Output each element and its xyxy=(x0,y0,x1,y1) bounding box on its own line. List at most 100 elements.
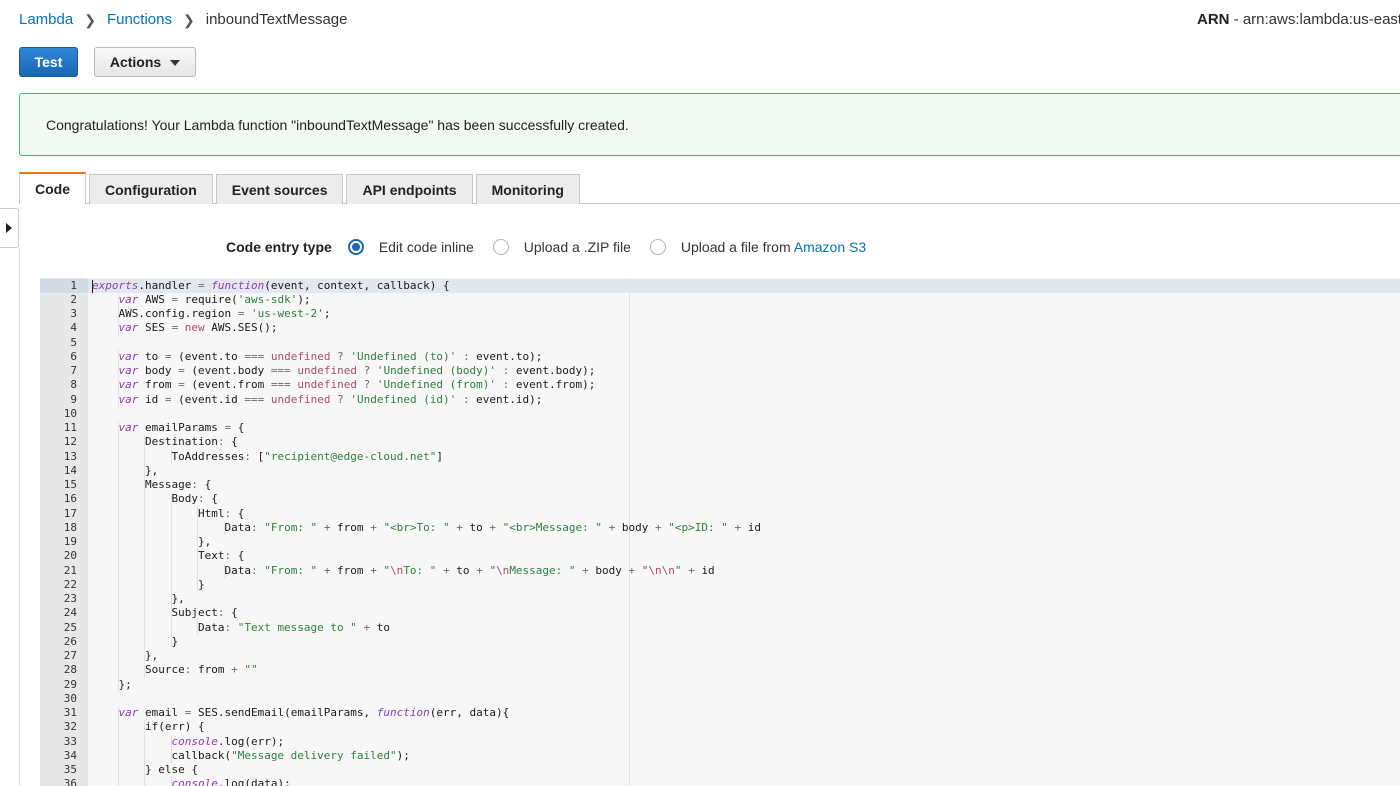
code-line[interactable]: 5 xyxy=(40,336,1400,350)
code-text: exports.handler = function(event, contex… xyxy=(92,278,450,292)
tab-configuration[interactable]: Configuration xyxy=(89,174,213,204)
test-button[interactable]: Test xyxy=(19,47,78,77)
line-number: 1 xyxy=(40,278,88,293)
code-text: }, xyxy=(92,463,159,477)
code-line[interactable]: 15 Message: { xyxy=(40,478,1400,493)
code-text: var id = (event.id === undefined ? 'Unde… xyxy=(118,392,543,406)
breadcrumb-functions-link[interactable]: Functions xyxy=(107,11,172,29)
line-number: 33 xyxy=(63,734,77,748)
code-text: AWS.config.region = 'us-west-2'; xyxy=(92,307,331,321)
upload-s3-label[interactable]: Upload a file from Amazon S3 xyxy=(681,239,866,255)
code-line[interactable]: 31 var email = SES.sendEmail(emailParams… xyxy=(40,706,1400,721)
line-number: 20 xyxy=(63,549,77,563)
code-line[interactable]: 30 xyxy=(40,692,1400,706)
sidebar-toggle-button[interactable] xyxy=(0,208,19,248)
code-text: Source: from + "" xyxy=(92,663,258,677)
code-line[interactable]: 24 Subject: { xyxy=(40,606,1400,621)
code-text: ToAddresses: ["recipient@edge-cloud.net"… xyxy=(92,449,444,463)
line-number: 7 xyxy=(70,364,77,378)
code-line[interactable]: 8 var from = (event.from === undefined ?… xyxy=(40,378,1400,393)
code-text: }, xyxy=(92,535,212,549)
code-line[interactable]: 25 Data: "Text message to " + to xyxy=(40,620,1400,635)
breadcrumb-lambda-link[interactable]: Lambda xyxy=(19,11,73,29)
code-line[interactable]: 3 AWS.config.region = 'us-west-2'; xyxy=(40,307,1400,322)
code-line[interactable]: 11 var emailParams = { xyxy=(40,421,1400,436)
code-line[interactable]: 29 }; xyxy=(40,677,1400,692)
code-line[interactable]: 19 }, xyxy=(40,535,1400,550)
line-number: 12 xyxy=(63,435,77,449)
line-number: 24 xyxy=(63,606,77,620)
line-number: 32 xyxy=(63,720,77,734)
amazon-s3-link[interactable]: Amazon S3 xyxy=(794,239,866,255)
code-line[interactable]: 7 var body = (event.body === undefined ?… xyxy=(40,364,1400,379)
code-text: var to = (event.to === undefined ? 'Unde… xyxy=(118,349,543,363)
code-text: if(err) { xyxy=(92,720,205,734)
arn-label: ARN xyxy=(1197,11,1230,28)
function-tabs: Code Configuration Event sources API end… xyxy=(19,172,583,204)
edit-inline-label[interactable]: Edit code inline xyxy=(379,239,474,255)
line-number: 11 xyxy=(63,421,77,435)
edit-inline-radio[interactable] xyxy=(347,239,364,255)
line-number: 35 xyxy=(63,763,77,777)
actions-dropdown-button[interactable]: Actions xyxy=(94,47,196,77)
code-text: Body: { xyxy=(92,492,218,506)
code-line[interactable]: 26 } xyxy=(40,634,1400,650)
line-number: 18 xyxy=(63,520,77,534)
line-number: 19 xyxy=(63,535,77,549)
code-text: Destination: { xyxy=(92,435,238,449)
upload-zip-radio[interactable] xyxy=(492,239,509,255)
code-line[interactable]: 22 } xyxy=(40,577,1400,593)
code-line[interactable]: 1 exports.handler = function(event, conte… xyxy=(40,278,1400,293)
line-number: 9 xyxy=(70,392,77,406)
code-line[interactable]: 27 }, xyxy=(40,649,1400,664)
line-number: 17 xyxy=(63,506,77,520)
code-line[interactable]: 17 Html: { xyxy=(40,506,1400,521)
code-line[interactable]: 14 }, xyxy=(40,463,1400,479)
upload-s3-text: Upload a file from xyxy=(680,239,794,255)
code-entry-type-label: Code entry type xyxy=(226,239,332,255)
text-cursor xyxy=(92,279,93,293)
code-line[interactable]: 18 Data: "From: " + from + "<br>To: " + … xyxy=(40,520,1400,536)
tab-monitoring[interactable]: Monitoring xyxy=(475,174,580,204)
line-number: 28 xyxy=(63,663,77,677)
code-line[interactable]: 32 if(err) { xyxy=(40,720,1400,735)
line-number: 21 xyxy=(63,563,77,577)
success-notification: Congratulations! Your Lambda function "i… xyxy=(19,93,1400,156)
line-number: 15 xyxy=(63,478,77,492)
code-line[interactable]: 28 Source: from + "" xyxy=(40,663,1400,678)
upload-s3-radio[interactable] xyxy=(649,239,666,255)
code-line[interactable]: 16 Body: { xyxy=(40,492,1400,507)
code-line[interactable]: 33 console.log(err); xyxy=(40,734,1400,749)
code-line[interactable]: 12 Destination: { xyxy=(40,435,1400,450)
line-number: 2 xyxy=(70,292,77,306)
code-text: var AWS = require('aws-sdk'); xyxy=(118,292,311,306)
code-text: }, xyxy=(92,592,185,606)
code-line[interactable]: 13 ToAddresses: ["recipient@edge-cloud.n… xyxy=(40,449,1400,464)
chevron-right-icon: ❯ xyxy=(183,12,195,28)
code-text: Subject: { xyxy=(92,606,238,620)
upload-zip-label[interactable]: Upload a .ZIP file xyxy=(524,239,631,255)
code-line[interactable]: 20 Text: { xyxy=(40,549,1400,564)
code-line[interactable]: 21 Data: "From: " + from + "\nTo: " + to… xyxy=(40,563,1400,578)
line-number: 22 xyxy=(63,577,77,591)
code-line[interactable]: 6 var to = (event.to === undefined ? 'Un… xyxy=(40,349,1400,365)
code-editor[interactable]: 1 exports.handler = function(event, conte… xyxy=(40,278,1400,786)
tab-code[interactable]: Code xyxy=(19,172,86,204)
code-line[interactable]: 9 var id = (event.id === undefined ? 'Un… xyxy=(40,392,1400,407)
code-line[interactable]: 23 }, xyxy=(40,592,1400,607)
code-line[interactable]: 10 xyxy=(40,407,1400,421)
tab-api-endpoints[interactable]: API endpoints xyxy=(346,174,473,204)
tab-event-sources[interactable]: Event sources xyxy=(215,174,344,204)
code-text: var email = SES.sendEmail(emailParams, f… xyxy=(118,706,510,720)
code-line[interactable]: 34 callback("Message delivery failed"); xyxy=(40,748,1400,764)
line-number: 5 xyxy=(70,335,77,349)
line-number: 34 xyxy=(63,748,77,762)
code-entry-type: Code entry type Edit code inline Upload … xyxy=(226,237,885,257)
code-text: Message: { xyxy=(92,478,212,492)
code-text: }; xyxy=(92,677,132,691)
code-line[interactable]: 4 var SES = new AWS.SES(); xyxy=(40,321,1400,336)
code-line[interactable]: 2 var AWS = require('aws-sdk'); xyxy=(40,292,1400,308)
code-text: Html: { xyxy=(92,506,245,520)
code-line[interactable]: 36 console.log(data); xyxy=(40,777,1400,786)
code-line[interactable]: 35 } else { xyxy=(40,763,1400,778)
